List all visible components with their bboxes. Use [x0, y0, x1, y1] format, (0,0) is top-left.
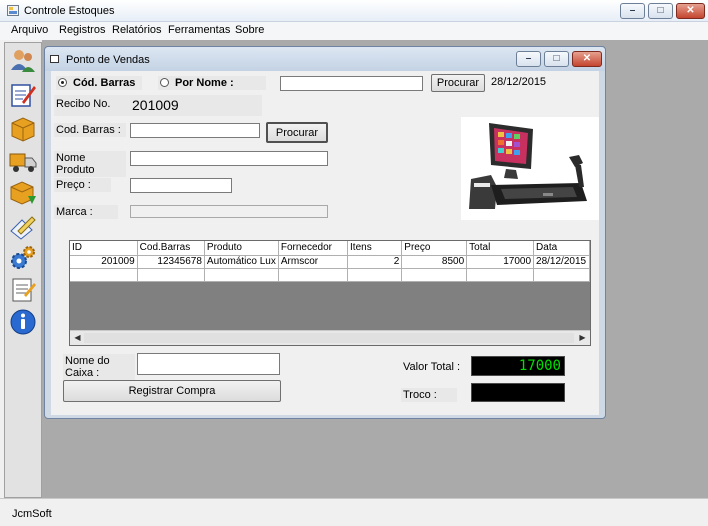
truck-icon[interactable] [8, 146, 38, 176]
users-icon[interactable] [8, 46, 38, 76]
close-icon: ✕ [582, 53, 592, 64]
total-display: 17000 [471, 356, 565, 376]
cell-product[interactable]: Automático Lux [204, 255, 279, 269]
close-icon: ✕ [686, 5, 695, 16]
search-input[interactable] [280, 76, 423, 91]
menu-sobre[interactable]: Sobre [235, 24, 264, 36]
table-row-empty[interactable] [70, 268, 590, 282]
price-input[interactable] [130, 178, 232, 193]
clipboard-pen-icon[interactable] [8, 211, 38, 241]
horizontal-scrollbar[interactable]: ◀ ▶ [70, 330, 590, 345]
app-icon [7, 5, 19, 16]
minimize-button[interactable]: – [620, 3, 645, 19]
radio-barcode[interactable]: Cód. Barras [56, 76, 142, 90]
info-icon[interactable] [8, 307, 38, 337]
brand-input [130, 205, 328, 218]
maximize-button[interactable]: □ [648, 3, 673, 19]
radio-by-name-label: Por Nome : [175, 77, 234, 89]
cashier-label: Nome do Caixa : [63, 354, 135, 380]
date-label: 28/12/2015 [491, 76, 547, 88]
edit-form-icon[interactable] [8, 80, 38, 110]
box-download-icon[interactable] [8, 178, 38, 208]
product-name-label: Nome Produto [54, 151, 126, 177]
barcode-input[interactable] [130, 123, 260, 138]
radio-barcode-label: Cód. Barras [73, 77, 136, 89]
scroll-right-icon[interactable]: ▶ [576, 332, 589, 344]
app-title: Controle Estoques [24, 5, 115, 17]
pos-client-area: Cód. Barras Por Nome : Procurar 28/12/20… [51, 71, 599, 415]
total-label: Valor Total : [403, 361, 461, 373]
gears-icon[interactable] [8, 243, 38, 273]
menu-relatorios[interactable]: Relatórios [112, 24, 162, 36]
column-header-barcode[interactable]: Cod.Barras [137, 241, 205, 256]
side-toolbar [4, 42, 42, 498]
child-minimize-button[interactable]: – [516, 51, 541, 67]
cell-id[interactable]: 201009 [70, 255, 138, 269]
column-header-supplier[interactable]: Fornecedor [278, 241, 349, 256]
menu-arquivo[interactable]: Arquivo [11, 24, 48, 36]
pos-terminal-image [461, 117, 599, 220]
register-purchase-button[interactable]: Registrar Compra [63, 380, 281, 402]
barcode-label: Cod. Barras : [54, 123, 126, 137]
cell-date[interactable]: 28/12/2015 [533, 255, 590, 269]
status-text: JcmSoft [12, 508, 52, 520]
cell-supplier[interactable]: Armscor [278, 255, 349, 269]
status-bar: JcmSoft [0, 498, 708, 526]
cell-items[interactable]: 2 [347, 255, 403, 269]
table-header-row: ID Cod.Barras Produto Fornecedor Itens P… [70, 241, 590, 256]
change-display [471, 383, 565, 402]
window-icon [50, 55, 59, 63]
column-header-date[interactable]: Data [533, 241, 590, 256]
menu-registros[interactable]: Registros [59, 24, 105, 36]
search-button[interactable]: Procurar [431, 74, 485, 92]
pos-window: Ponto de Vendas – □ ✕ Cód. Barras Por No… [44, 46, 606, 419]
sales-grid[interactable]: ID Cod.Barras Produto Fornecedor Itens P… [69, 240, 591, 346]
radio-by-name[interactable]: Por Nome : [158, 76, 266, 90]
maximize-icon: □ [553, 53, 560, 64]
maximize-icon: □ [657, 5, 664, 16]
radio-dot [160, 78, 169, 87]
product-name-input[interactable] [130, 151, 328, 166]
cashier-input[interactable] [137, 353, 280, 375]
change-label: Troco : [401, 388, 457, 402]
table-row[interactable]: 201009 12345678 Automático Lux Armscor 2… [70, 255, 590, 269]
scrollbar-track[interactable] [84, 333, 574, 343]
menu-ferramentas[interactable]: Ferramentas [168, 24, 230, 36]
minimize-icon: – [525, 53, 532, 64]
column-header-items[interactable]: Itens [347, 241, 403, 256]
column-header-price[interactable]: Preço [401, 241, 468, 256]
close-button[interactable]: ✕ [676, 3, 705, 19]
pos-window-titlebar: Ponto de Vendas – □ ✕ [45, 47, 605, 71]
scroll-left-icon[interactable]: ◀ [71, 332, 84, 344]
cell-total[interactable]: 17000 [466, 255, 535, 269]
child-maximize-button[interactable]: □ [544, 51, 569, 67]
cell-price[interactable]: 8500 [401, 255, 468, 269]
receipt-number: 201009 [132, 97, 179, 113]
notepad-icon[interactable] [8, 275, 38, 305]
column-header-id[interactable]: ID [70, 241, 138, 256]
cell-barcode[interactable]: 12345678 [137, 255, 205, 269]
minimize-icon: – [629, 5, 636, 16]
price-label: Preço : [54, 178, 111, 192]
box-icon[interactable] [8, 113, 38, 143]
barcode-search-button[interactable]: Procurar [266, 122, 328, 143]
radio-dot-selected [58, 78, 67, 87]
column-header-product[interactable]: Produto [204, 241, 279, 256]
app-titlebar: Controle Estoques – □ ✕ [0, 0, 708, 22]
sales-table: ID Cod.Barras Produto Fornecedor Itens P… [70, 241, 590, 282]
brand-label: Marca : [54, 205, 118, 219]
child-close-button[interactable]: ✕ [572, 51, 602, 67]
pos-window-title: Ponto de Vendas [66, 54, 150, 66]
column-header-total[interactable]: Total [466, 241, 535, 256]
menu-bar: Arquivo Registros Relatórios Ferramentas… [0, 22, 708, 40]
